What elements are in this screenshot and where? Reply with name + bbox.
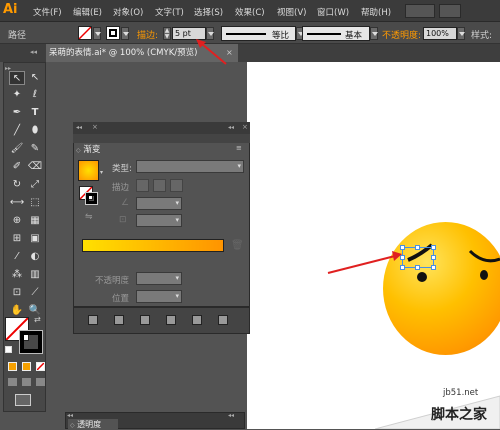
exclude-icon[interactable]: [166, 315, 176, 325]
gradient-panel-titlebar[interactable]: [73, 122, 250, 134]
gradient-panel-header: [73, 134, 250, 143]
aspect-ratio-icon: ⊡: [119, 215, 127, 225]
stroke-proxy-icon[interactable]: [85, 192, 98, 205]
stop-location-input[interactable]: ▾: [136, 290, 182, 303]
stroke-across-icon[interactable]: [170, 179, 183, 192]
tab-toggle-icon: ◇: [76, 147, 81, 154]
panel-collapse-icon[interactable]: ◂◂: [67, 412, 73, 419]
trim-icon[interactable]: [218, 315, 228, 325]
panel-close-icon[interactable]: ×: [242, 123, 248, 131]
gradient-type-select[interactable]: ▾: [136, 160, 244, 173]
divide-icon[interactable]: [192, 315, 202, 325]
watermark-text: 脚本之家: [431, 407, 487, 423]
tab-gradient[interactable]: ◇ 渐变: [76, 143, 114, 155]
tab-transparency-label: 透明度: [77, 420, 102, 429]
intersect-icon[interactable]: [140, 315, 150, 325]
aspect-ratio-input[interactable]: ▾: [136, 214, 182, 227]
panel-menu-icon[interactable]: ≡: [236, 144, 242, 152]
gradient-preview-swatch[interactable]: [78, 160, 99, 181]
arrowhead-icon: [392, 251, 402, 261]
watermark: jb51.net 脚本之家: [375, 388, 500, 429]
reverse-gradient-icon[interactable]: ⇋: [85, 212, 93, 222]
select-arrow-icon: ▾: [175, 274, 179, 282]
minus-front-icon[interactable]: [114, 315, 124, 325]
tab-toggle-icon: ◇: [70, 422, 75, 429]
stroke-gradient-label: 描边: [112, 183, 130, 193]
delete-stop-icon[interactable]: 🗑: [231, 240, 244, 251]
select-arrow-icon: ▾: [175, 216, 179, 224]
select-arrow-icon: ▾: [237, 162, 241, 170]
angle-input[interactable]: ▾: [136, 197, 182, 210]
panel-collapse-icon[interactable]: ◂◂: [228, 412, 234, 419]
panel-collapse-icon[interactable]: ◂◂: [76, 124, 82, 131]
annotation-arrow-stroke: [201, 43, 227, 65]
gradient-preview-dropdown-icon[interactable]: ▾: [100, 169, 103, 176]
select-arrow-icon: ▾: [175, 199, 179, 207]
gradient-type-label: 类型:: [112, 164, 132, 174]
panel-collapse-icon[interactable]: ◂◂: [228, 124, 234, 131]
location-label: 位置: [112, 294, 130, 304]
tab-transparency[interactable]: ◇ 透明度: [68, 419, 118, 429]
stroke-along-icon[interactable]: [153, 179, 166, 192]
angle-icon: ∠: [121, 198, 130, 208]
select-arrow-icon: ▾: [175, 292, 179, 300]
gradient-ramp[interactable]: [82, 239, 224, 252]
opacity-stop-label: 不透明度: [95, 276, 130, 286]
unite-icon[interactable]: [88, 315, 98, 325]
panel-close-icon[interactable]: ×: [92, 123, 98, 131]
annotation-arrow-canvas: [327, 255, 396, 274]
stop-opacity-input[interactable]: ▾: [136, 272, 182, 285]
stroke-within-icon[interactable]: [136, 179, 149, 192]
watermark-url: jb51.net: [443, 388, 479, 398]
tab-gradient-label: 渐变: [83, 145, 101, 155]
